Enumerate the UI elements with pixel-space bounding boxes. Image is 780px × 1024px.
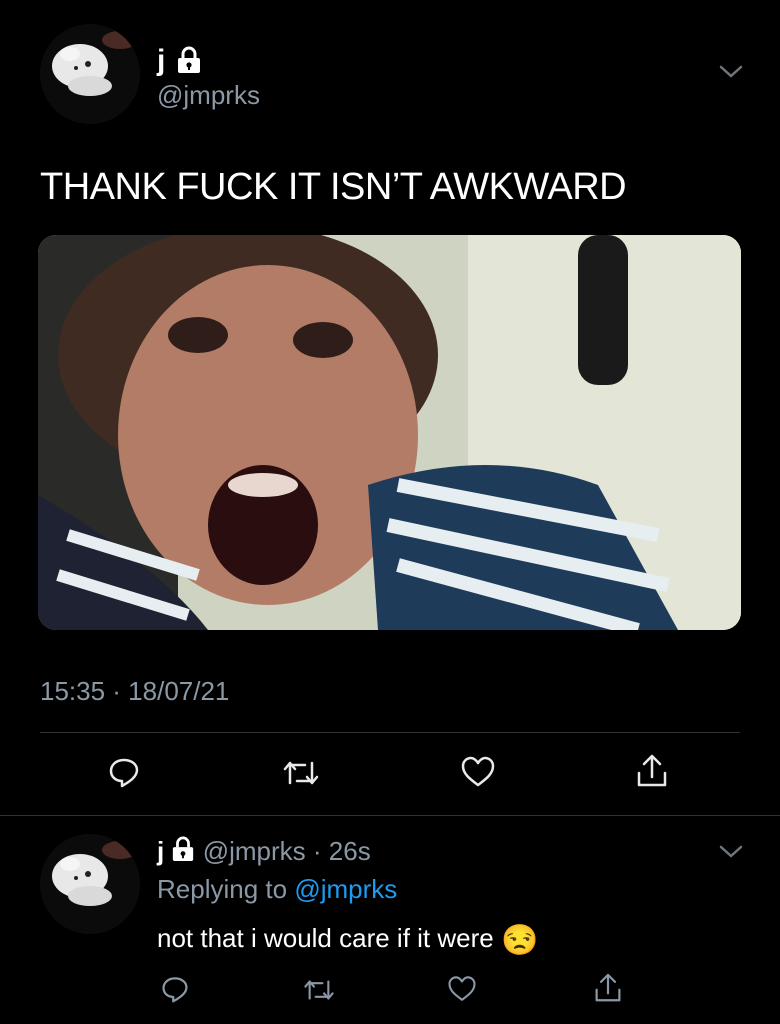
- chevron-down-icon[interactable]: [718, 64, 744, 85]
- reply-icon[interactable]: [107, 755, 141, 789]
- tweet-text: THANK FUCK IT ISN’T AWKWARD: [40, 166, 627, 208]
- lock-icon: [176, 46, 202, 79]
- reply-display-name[interactable]: j: [157, 836, 164, 866]
- timestamp[interactable]: 15:35 · 18/07/21: [40, 676, 229, 707]
- replying-to-handle[interactable]: @jmprks: [294, 874, 397, 904]
- display-name[interactable]: j: [157, 44, 165, 78]
- lock-icon: [171, 836, 195, 869]
- share-icon[interactable]: [636, 753, 668, 789]
- reply-handle[interactable]: @jmprks: [203, 836, 306, 866]
- avatar[interactable]: [40, 24, 140, 124]
- unamused-face-emoji: 😒: [500, 924, 539, 957]
- chevron-down-icon[interactable]: [718, 844, 744, 865]
- reply-text: not that i would care if it were: [157, 923, 494, 953]
- crying-child-photo: [38, 235, 741, 630]
- replying-to-label: Replying to: [157, 874, 288, 904]
- share-icon[interactable]: [594, 972, 622, 1004]
- divider: [40, 732, 740, 733]
- tweet-image[interactable]: [38, 235, 741, 630]
- reply-time[interactable]: · 26s: [313, 836, 371, 866]
- avatar-image: [40, 24, 140, 124]
- reply-header: j @jmprks · 26s: [157, 836, 371, 869]
- divider: [0, 815, 780, 816]
- retweet-icon[interactable]: [281, 757, 321, 789]
- replying-to: Replying to @jmprks: [157, 874, 397, 905]
- like-icon[interactable]: [447, 975, 477, 1003]
- reply-avatar[interactable]: [40, 834, 140, 934]
- reply-icon[interactable]: [160, 974, 190, 1004]
- like-icon[interactable]: [460, 756, 496, 788]
- handle[interactable]: @jmprks: [157, 80, 260, 111]
- retweet-icon[interactable]: [302, 976, 336, 1004]
- avatar-image: [40, 834, 140, 934]
- reply-text-row: not that i would care if it were 😒: [157, 923, 538, 958]
